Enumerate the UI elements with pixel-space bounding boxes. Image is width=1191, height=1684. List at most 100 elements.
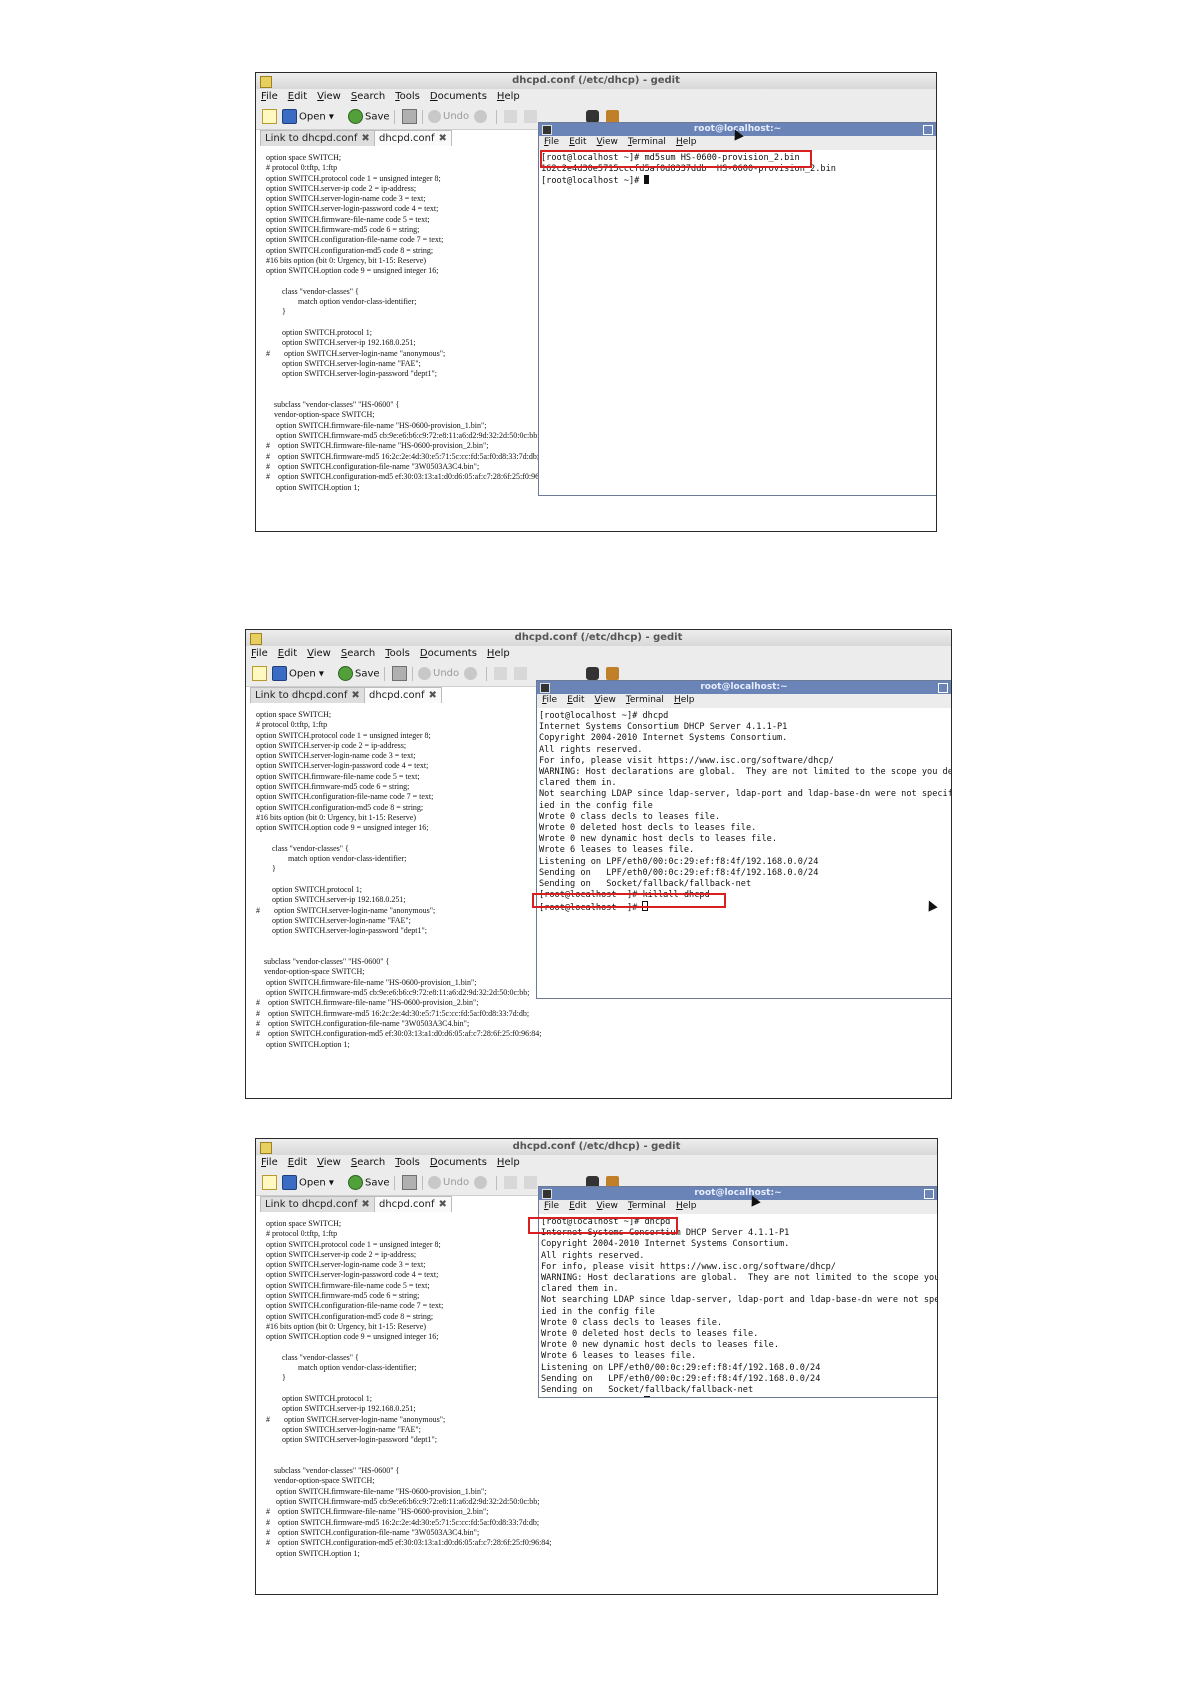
term-menu-help[interactable]: Help <box>676 137 697 147</box>
term-menu-file[interactable]: File <box>542 695 557 705</box>
menu-file[interactable]: File <box>251 648 268 659</box>
undo-button[interactable]: Undo <box>428 1175 469 1191</box>
text-line: option SWITCH.firmware-file-name code 5 … <box>256 771 420 781</box>
undo-button[interactable]: Undo <box>428 109 469 125</box>
menu-view[interactable]: View <box>317 91 341 102</box>
menu-help[interactable]: Help <box>497 91 520 102</box>
terminal-output[interactable]: [root@localhost ~]# dhcpd Internet System… <box>539 711 951 998</box>
term-menu-terminal[interactable]: Terminal <box>626 695 664 705</box>
print-button[interactable] <box>402 109 419 125</box>
tab-link-to-dhcpd[interactable]: Link to dhcpd.conf ✖ <box>260 1196 375 1212</box>
menu-search[interactable]: Search <box>351 1157 385 1168</box>
terminal-output[interactable]: [root@localhost ~]# md5sum HS-0600-provi… <box>541 153 936 495</box>
text-line: # option SWITCH.configuration-file-name … <box>266 1527 480 1537</box>
menu-help[interactable]: Help <box>497 1157 520 1168</box>
new-button[interactable] <box>252 666 269 682</box>
term-menu-view[interactable]: View <box>597 137 618 147</box>
print-button[interactable] <box>392 666 409 682</box>
text-line: option SWITCH.server-ip 192.168.0.251; <box>266 338 416 348</box>
maximize-icon[interactable] <box>938 683 948 693</box>
tab-dhcpd-conf[interactable]: dhcpd.conf ✖ <box>364 687 442 703</box>
save-button[interactable]: Save <box>348 109 390 125</box>
close-icon[interactable]: ✖ <box>439 133 447 144</box>
close-icon[interactable]: ✖ <box>439 1199 447 1210</box>
save-button[interactable]: Save <box>338 666 380 682</box>
terminal-window[interactable]: root@localhost:~ File Edit View Terminal Hel… <box>538 122 936 496</box>
text-line: option SWITCH.option 1; <box>266 1548 360 1558</box>
term-menu-edit[interactable]: Edit <box>569 137 586 147</box>
cut-button[interactable] <box>504 109 519 125</box>
menu-view[interactable]: View <box>317 1157 341 1168</box>
close-icon[interactable]: ✖ <box>429 690 437 701</box>
text-line: #16 bits option (bit 0: Urgency, bit 1-1… <box>266 1321 426 1331</box>
menu-edit[interactable]: Edit <box>288 91 307 102</box>
term-menu-terminal[interactable]: Terminal <box>628 1201 666 1211</box>
toolbar-separator <box>394 110 395 124</box>
maximize-icon[interactable] <box>923 125 933 135</box>
save-label: Save <box>355 668 380 680</box>
copy-button[interactable] <box>514 666 529 682</box>
terminal-window[interactable]: root@localhost:~ File Edit View Terminal Hel… <box>536 680 951 999</box>
term-menu-file[interactable]: File <box>544 137 559 147</box>
menu-view[interactable]: View <box>307 648 331 659</box>
menu-edit[interactable]: Edit <box>278 648 297 659</box>
terminal-menubar: File Edit View Terminal Help <box>539 1200 937 1214</box>
close-icon[interactable]: ✖ <box>351 690 359 701</box>
new-button[interactable] <box>262 1175 279 1191</box>
text-line: Listening on LPF/eth0/00:0c:29:ef:f8:4f/… <box>539 856 819 867</box>
text-line: option SWITCH.server-login-name "FAE"; <box>256 915 411 925</box>
menu-help[interactable]: Help <box>487 648 510 659</box>
text-line: option SWITCH.server-login-password "dep… <box>266 1435 438 1445</box>
menu-search[interactable]: Search <box>341 648 375 659</box>
text-line: # option SWITCH.configuration-md5 ef:30:… <box>256 1029 542 1039</box>
open-button[interactable]: Open ▾ <box>282 109 334 125</box>
text-line: option SWITCH.protocol 1; <box>256 885 362 895</box>
menu-tools[interactable]: Tools <box>385 648 410 659</box>
tab-dhcpd-conf[interactable]: dhcpd.conf ✖ <box>374 130 452 146</box>
editor-text[interactable]: option space SWITCH; # protocol 0:tftp, 1… <box>266 153 552 493</box>
term-menu-help[interactable]: Help <box>674 695 695 705</box>
copy-button[interactable] <box>524 109 539 125</box>
term-menu-edit[interactable]: Edit <box>567 695 584 705</box>
tab-link-to-dhcpd[interactable]: Link to dhcpd.conf ✖ <box>250 687 365 703</box>
cut-button[interactable] <box>504 1175 519 1191</box>
editor-text[interactable]: option space SWITCH; # protocol 0:tftp, 1… <box>256 710 542 1050</box>
save-button[interactable]: Save <box>348 1175 390 1191</box>
new-document-icon <box>262 1175 277 1190</box>
undo-button[interactable]: Undo <box>418 666 459 682</box>
redo-button[interactable] <box>464 666 479 682</box>
menu-search[interactable]: Search <box>351 91 385 102</box>
tab-dhcpd-conf[interactable]: dhcpd.conf ✖ <box>374 1196 452 1212</box>
text-line: # option SWITCH.server-login-name "anony… <box>256 905 436 915</box>
term-menu-file[interactable]: File <box>544 1201 559 1211</box>
editor-text[interactable]: option space SWITCH; # protocol 0:tftp, 1… <box>266 1219 552 1559</box>
text-line: For info, please visit https://www.isc.o… <box>541 1261 836 1272</box>
menu-file[interactable]: File <box>261 1157 278 1168</box>
menu-tools[interactable]: Tools <box>395 91 420 102</box>
new-button[interactable] <box>262 109 279 125</box>
menu-tools[interactable]: Tools <box>395 1157 420 1168</box>
close-icon[interactable]: ✖ <box>361 1199 369 1210</box>
cut-button[interactable] <box>494 666 509 682</box>
term-menu-terminal[interactable]: Terminal <box>628 137 666 147</box>
print-button[interactable] <box>402 1175 419 1191</box>
close-icon[interactable]: ✖ <box>361 133 369 144</box>
redo-button[interactable] <box>474 109 489 125</box>
term-menu-help[interactable]: Help <box>676 1201 697 1211</box>
menu-documents[interactable]: Documents <box>430 1157 487 1168</box>
term-menu-edit[interactable]: Edit <box>569 1201 586 1211</box>
menu-file[interactable]: File <box>261 91 278 102</box>
terminal-output[interactable]: [root@localhost ~]# dhcpd Internet System… <box>541 1217 937 1397</box>
menu-edit[interactable]: Edit <box>288 1157 307 1168</box>
open-button[interactable]: Open ▾ <box>282 1175 334 1191</box>
maximize-icon[interactable] <box>924 1189 934 1199</box>
menu-documents[interactable]: Documents <box>430 91 487 102</box>
redo-button[interactable] <box>474 1175 489 1191</box>
text-line: # option SWITCH.firmware-file-name "HS-0… <box>266 441 489 451</box>
term-menu-view[interactable]: View <box>597 1201 618 1211</box>
tab-link-to-dhcpd[interactable]: Link to dhcpd.conf ✖ <box>260 130 375 146</box>
copy-button[interactable] <box>524 1175 539 1191</box>
term-menu-view[interactable]: View <box>595 695 616 705</box>
open-button[interactable]: Open ▾ <box>272 666 324 682</box>
menu-documents[interactable]: Documents <box>420 648 477 659</box>
